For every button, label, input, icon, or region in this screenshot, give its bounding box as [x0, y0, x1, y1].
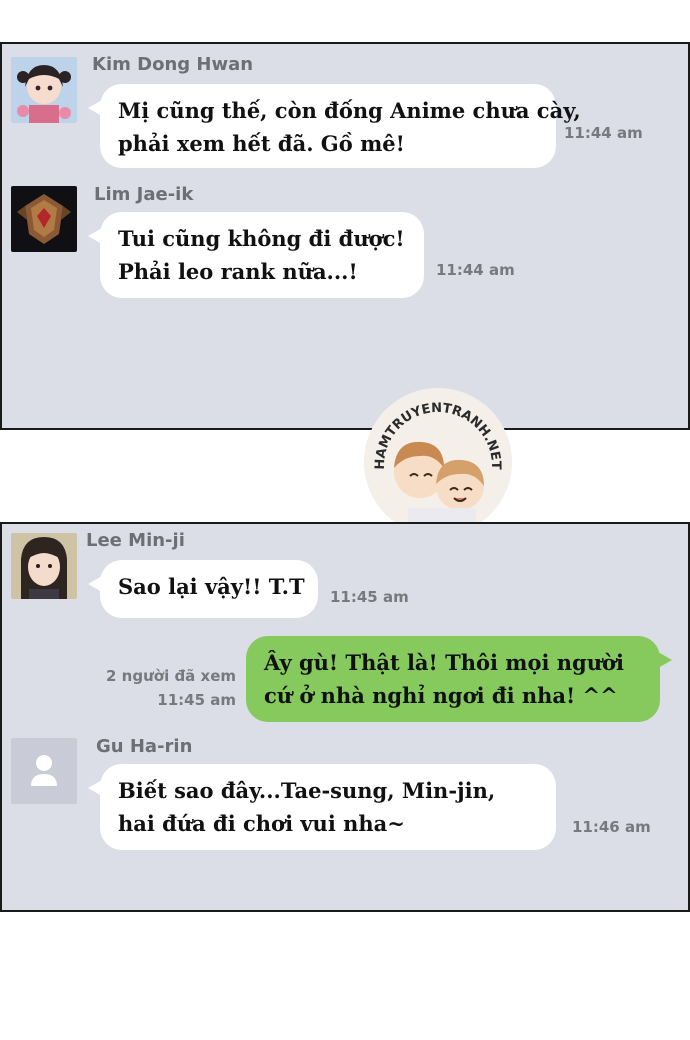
sender-name: Lee Min-ji	[86, 530, 185, 551]
read-receipt: 2 người đã xem 11:45 am	[106, 664, 236, 712]
read-count: 2 người đã xem	[106, 667, 236, 685]
message-text: Tui cũng không đi được!	[118, 226, 405, 251]
message-text: Biết sao đây...Tae-sung, Min-jin,	[118, 778, 496, 803]
message-text: Phải leo rank nữa...!	[118, 259, 358, 284]
message-bubble[interactable]: Biết sao đây...Tae-sung, Min-jin, hai đứ…	[88, 764, 556, 850]
anime-girl-avatar[interactable]	[11, 57, 77, 123]
message-text: Sao lại vậy!! T.T	[118, 574, 305, 599]
sender-name: Lim Jae-ik	[94, 184, 194, 205]
message-time: 11:46 am	[572, 818, 651, 836]
message-text: Ây gù! Thật là! Thôi mọi người	[264, 650, 624, 675]
message-text: hai đứa đi chơi vui nha~	[118, 811, 405, 836]
sender-name: Kim Dong Hwan	[92, 54, 254, 75]
message-time: 11:44 am	[564, 124, 643, 142]
message-text: Mị cũng thế, còn đống Anime chưa cày,	[118, 98, 581, 123]
message-time: 11:45 am	[157, 691, 236, 709]
message-time: 11:44 am	[436, 261, 515, 279]
rank-emblem-avatar[interactable]	[11, 186, 77, 252]
message-time: 11:45 am	[330, 588, 409, 606]
girl-photo-avatar[interactable]	[11, 533, 77, 599]
message-text: cứ ở nhà nghỉ ngơi đi nha! ^^	[264, 683, 618, 708]
chat-panel-2: Lee Min-ji Sao lại vậy!! T.T 11:45 am 2 …	[0, 522, 690, 912]
message-bubble[interactable]: Sao lại vậy!! T.T	[88, 560, 318, 618]
message-text: phải xem hết đã. Gồ mê!	[118, 131, 405, 156]
sender-name: Gu Ha-rin	[96, 736, 193, 757]
message-bubble[interactable]: Mị cũng thế, còn đống Anime chưa cày, ph…	[88, 84, 581, 168]
watermark-logo: HAMTRUYENTRANH.NET	[364, 388, 512, 536]
message-bubble[interactable]: Tui cũng không đi được! Phải leo rank nữ…	[88, 212, 424, 298]
chat-panel-1: Kim Dong Hwan Mị cũng thế, còn đống Anim…	[0, 42, 690, 430]
default-user-avatar[interactable]	[11, 738, 77, 804]
sent-message-bubble[interactable]: Ây gù! Thật là! Thôi mọi người cứ ở nhà …	[246, 636, 672, 722]
